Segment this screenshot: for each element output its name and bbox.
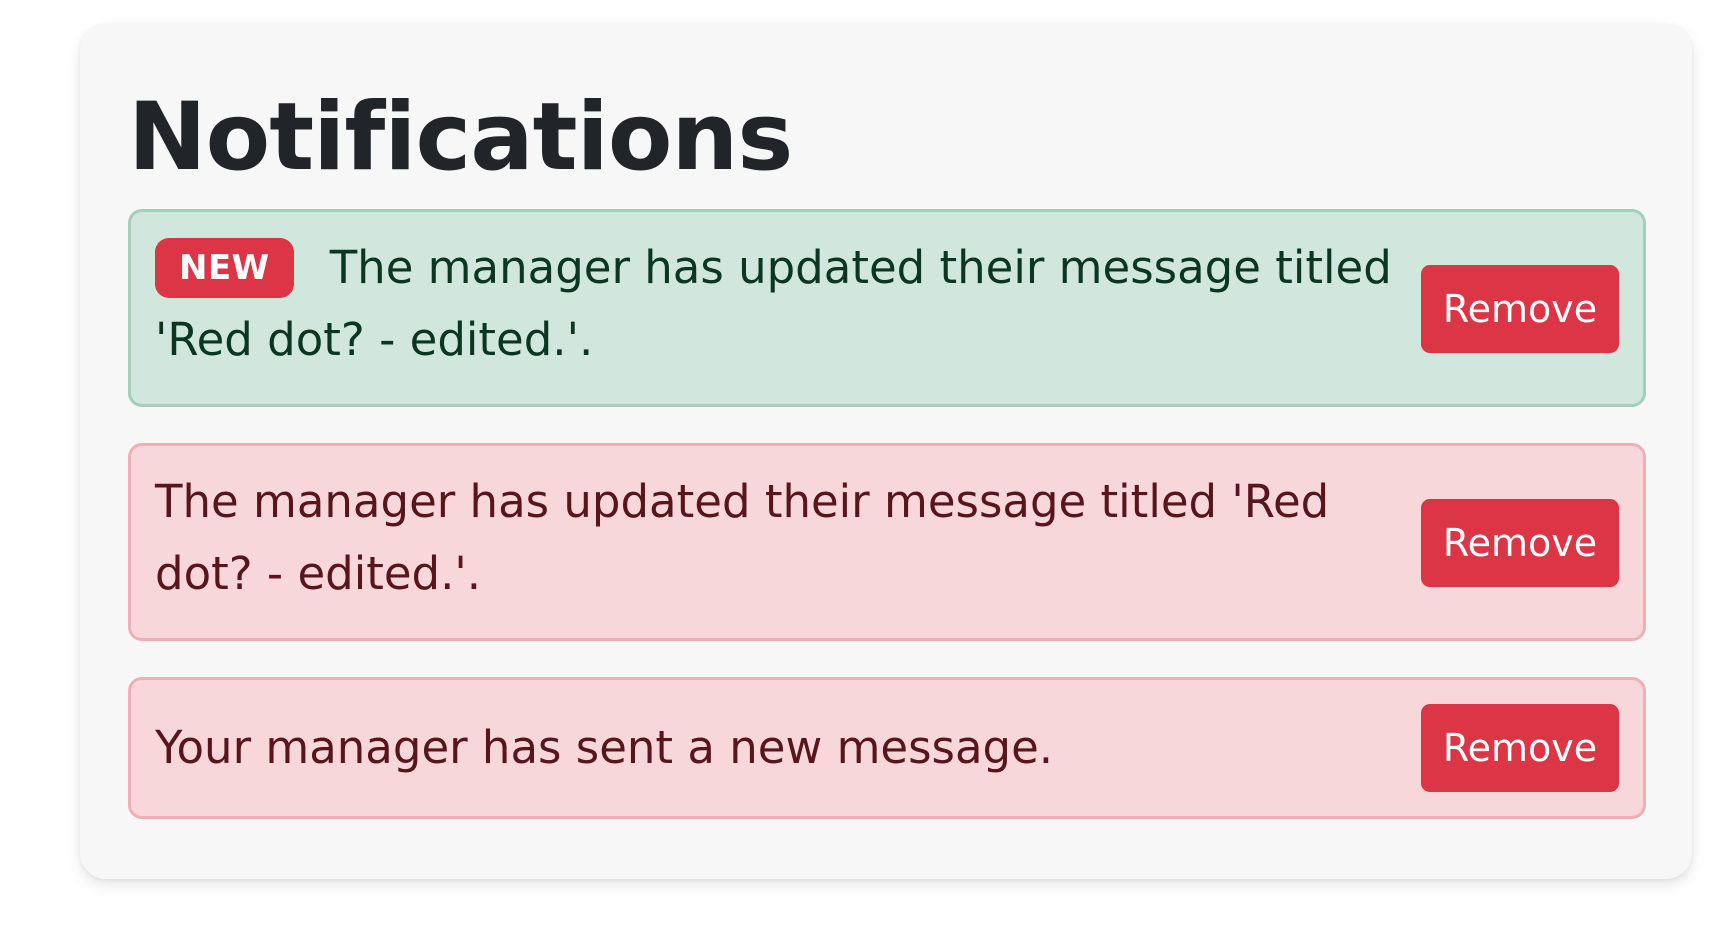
- notification-text: The manager has updated their message ti…: [155, 241, 1392, 366]
- notification-item: The manager has updated their message ti…: [128, 443, 1646, 641]
- remove-button[interactable]: Remove: [1421, 265, 1619, 353]
- notification-item: Your manager has sent a new message. Rem…: [128, 677, 1646, 819]
- remove-button[interactable]: Remove: [1421, 499, 1619, 587]
- page-title: Notifications: [128, 83, 793, 192]
- notification-text: The manager has updated their message ti…: [155, 475, 1330, 600]
- notification-list: NEW The manager has updated their message…: [128, 209, 1646, 819]
- remove-button[interactable]: Remove: [1421, 704, 1619, 792]
- notifications-panel: Notifications NEW The manager has updated…: [80, 24, 1692, 879]
- notification-text: Your manager has sent a new message.: [155, 721, 1054, 774]
- new-badge: NEW: [155, 238, 294, 298]
- notification-message: Your manager has sent a new message.: [155, 712, 1405, 784]
- notification-message: The manager has updated their message ti…: [155, 466, 1405, 610]
- notification-item-new: NEW The manager has updated their message…: [128, 209, 1646, 407]
- notification-message: NEW The manager has updated their message…: [155, 232, 1405, 376]
